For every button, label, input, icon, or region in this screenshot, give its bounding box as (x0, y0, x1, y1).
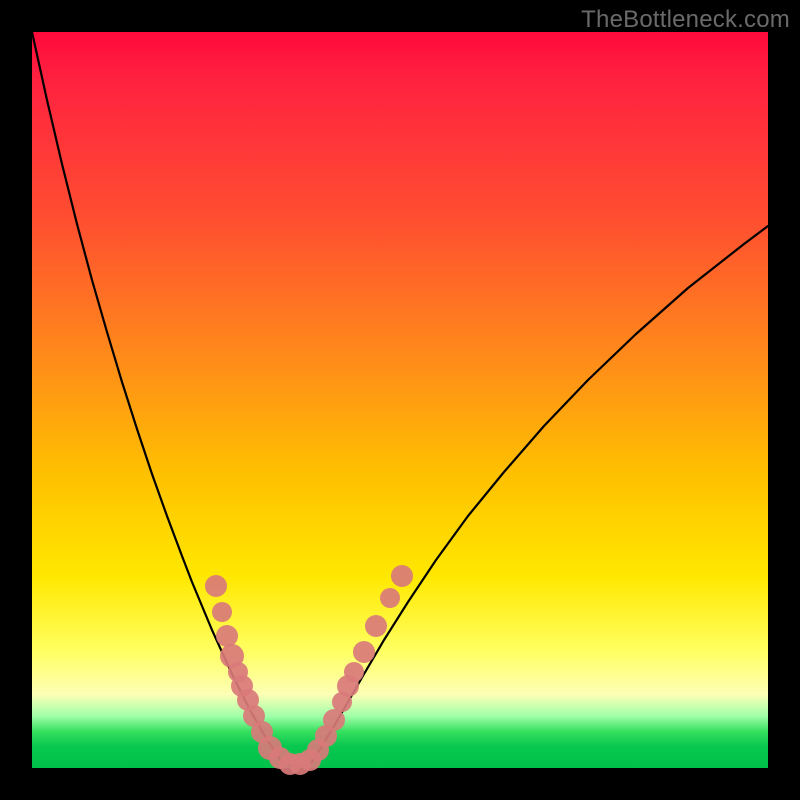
chart-frame: TheBottleneck.com (0, 0, 800, 800)
data-dot (365, 615, 387, 637)
data-dots (205, 565, 413, 775)
data-dot (344, 662, 364, 682)
plot-area (32, 32, 768, 768)
data-dot (212, 602, 232, 622)
data-dot (323, 709, 345, 731)
watermark-text: TheBottleneck.com (581, 6, 790, 34)
v-curve (32, 32, 768, 766)
data-dot (380, 588, 400, 608)
data-dot (216, 625, 238, 647)
data-dot (353, 641, 375, 663)
chart-svg (32, 32, 768, 768)
data-dot (391, 565, 413, 587)
data-dot (205, 575, 227, 597)
